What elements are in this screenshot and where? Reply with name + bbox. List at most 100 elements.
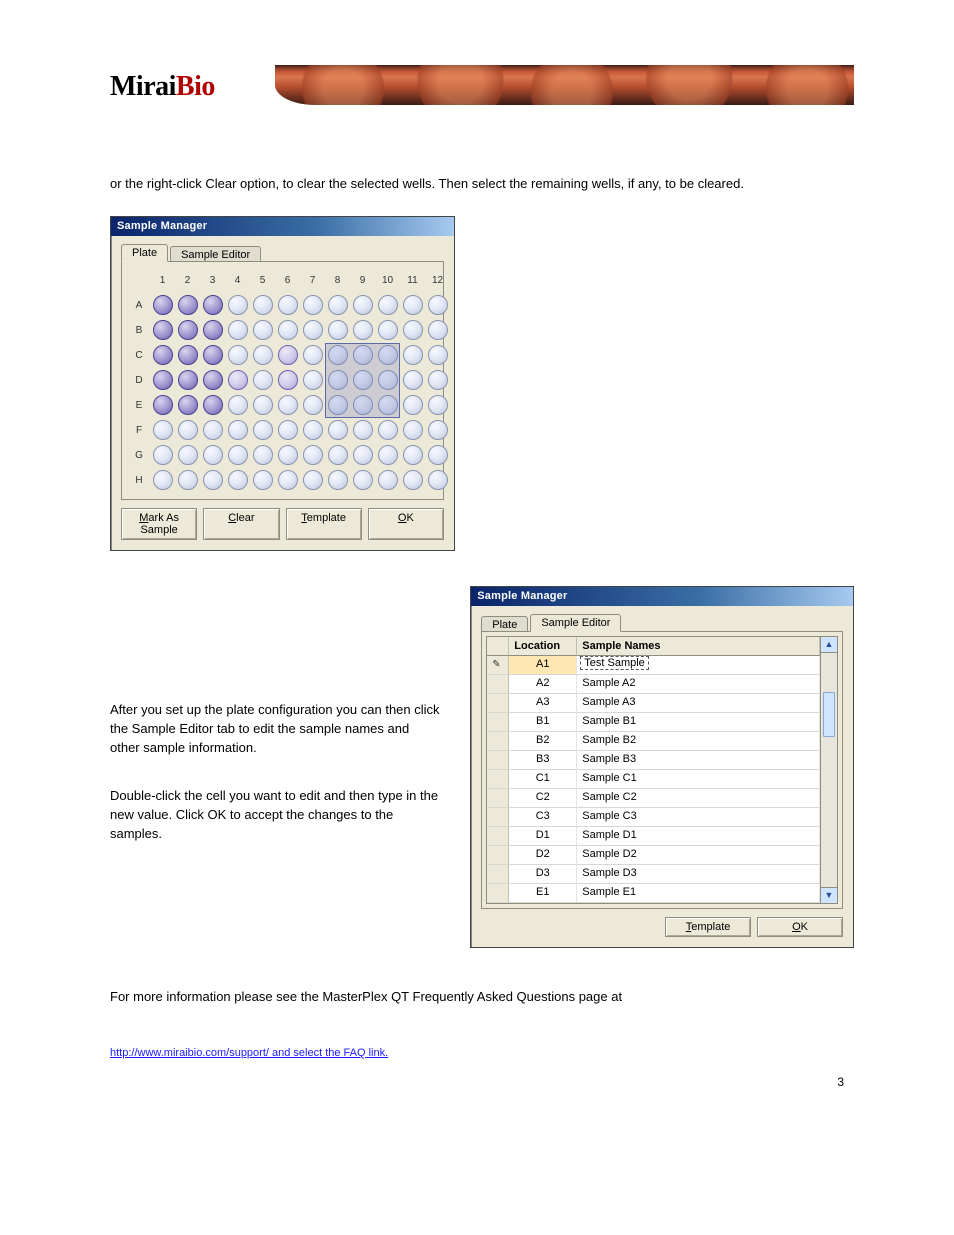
- scroll-up-button[interactable]: ▲: [821, 637, 837, 653]
- well-A4[interactable]: [225, 293, 250, 318]
- cell-location[interactable]: B2: [509, 732, 577, 751]
- well-B2[interactable]: [175, 318, 200, 343]
- plate-grid[interactable]: 123456789101112ABCDEFGH: [128, 268, 437, 493]
- well-A3[interactable]: [200, 293, 225, 318]
- cell-location[interactable]: A2: [509, 675, 577, 694]
- well-C2[interactable]: [175, 343, 200, 368]
- well-G4[interactable]: [225, 443, 250, 468]
- tab-plate[interactable]: Plate: [121, 244, 168, 262]
- well-B3[interactable]: [200, 318, 225, 343]
- cell-location[interactable]: D3: [509, 865, 577, 884]
- well-A11[interactable]: [400, 293, 425, 318]
- table-row[interactable]: C1Sample C1: [487, 770, 820, 789]
- well-B6[interactable]: [275, 318, 300, 343]
- sample-name-input[interactable]: Test Sample: [580, 656, 649, 670]
- well-H3[interactable]: [200, 468, 225, 493]
- well-A7[interactable]: [300, 293, 325, 318]
- well-H4[interactable]: [225, 468, 250, 493]
- table-row[interactable]: C3Sample C3: [487, 808, 820, 827]
- well-C5[interactable]: [250, 343, 275, 368]
- cell-sample-name[interactable]: Sample B2: [577, 732, 820, 751]
- well-G8[interactable]: [325, 443, 350, 468]
- template-button[interactable]: Template: [665, 917, 751, 937]
- cell-sample-name[interactable]: Sample B1: [577, 713, 820, 732]
- well-F10[interactable]: [375, 418, 400, 443]
- table-row[interactable]: B3Sample B3: [487, 751, 820, 770]
- cell-location[interactable]: A3: [509, 694, 577, 713]
- well-E4[interactable]: [225, 393, 250, 418]
- well-D10[interactable]: [375, 368, 400, 393]
- well-H2[interactable]: [175, 468, 200, 493]
- well-G10[interactable]: [375, 443, 400, 468]
- table-row[interactable]: D1Sample D1: [487, 827, 820, 846]
- well-D2[interactable]: [175, 368, 200, 393]
- well-E11[interactable]: [400, 393, 425, 418]
- well-C8[interactable]: [325, 343, 350, 368]
- cell-sample-name[interactable]: Test Sample: [577, 656, 820, 675]
- well-E1[interactable]: [150, 393, 175, 418]
- well-B10[interactable]: [375, 318, 400, 343]
- well-F2[interactable]: [175, 418, 200, 443]
- well-E6[interactable]: [275, 393, 300, 418]
- dialog-titlebar[interactable]: Sample Manager: [471, 587, 853, 606]
- well-C12[interactable]: [425, 343, 450, 368]
- well-G12[interactable]: [425, 443, 450, 468]
- well-D9[interactable]: [350, 368, 375, 393]
- cell-sample-name[interactable]: Sample C1: [577, 770, 820, 789]
- well-D3[interactable]: [200, 368, 225, 393]
- well-C3[interactable]: [200, 343, 225, 368]
- table-row[interactable]: A2Sample A2: [487, 675, 820, 694]
- well-F12[interactable]: [425, 418, 450, 443]
- cell-sample-name[interactable]: Sample C2: [577, 789, 820, 808]
- faq-link[interactable]: http://www.miraibio.com/support/ and sel…: [110, 1047, 854, 1059]
- cell-sample-name[interactable]: Sample A2: [577, 675, 820, 694]
- table-row[interactable]: C2Sample C2: [487, 789, 820, 808]
- well-G5[interactable]: [250, 443, 275, 468]
- template-button[interactable]: Template: [286, 508, 362, 540]
- cell-location[interactable]: C3: [509, 808, 577, 827]
- table-row[interactable]: A3Sample A3: [487, 694, 820, 713]
- well-G7[interactable]: [300, 443, 325, 468]
- well-H12[interactable]: [425, 468, 450, 493]
- well-G1[interactable]: [150, 443, 175, 468]
- well-E7[interactable]: [300, 393, 325, 418]
- well-G6[interactable]: [275, 443, 300, 468]
- well-F6[interactable]: [275, 418, 300, 443]
- well-A10[interactable]: [375, 293, 400, 318]
- well-B1[interactable]: [150, 318, 175, 343]
- well-A12[interactable]: [425, 293, 450, 318]
- well-E12[interactable]: [425, 393, 450, 418]
- well-F1[interactable]: [150, 418, 175, 443]
- well-F11[interactable]: [400, 418, 425, 443]
- well-G11[interactable]: [400, 443, 425, 468]
- well-E9[interactable]: [350, 393, 375, 418]
- well-B8[interactable]: [325, 318, 350, 343]
- table-row[interactable]: E1Sample E1: [487, 884, 820, 903]
- ok-button[interactable]: OK: [368, 508, 444, 540]
- table-row[interactable]: D2Sample D2: [487, 846, 820, 865]
- cell-location[interactable]: B3: [509, 751, 577, 770]
- well-F8[interactable]: [325, 418, 350, 443]
- well-B11[interactable]: [400, 318, 425, 343]
- well-F9[interactable]: [350, 418, 375, 443]
- well-H8[interactable]: [325, 468, 350, 493]
- cell-sample-name[interactable]: Sample E1: [577, 884, 820, 903]
- scroll-thumb[interactable]: [823, 692, 835, 737]
- cell-location[interactable]: D2: [509, 846, 577, 865]
- well-A1[interactable]: [150, 293, 175, 318]
- well-H6[interactable]: [275, 468, 300, 493]
- well-C1[interactable]: [150, 343, 175, 368]
- well-G9[interactable]: [350, 443, 375, 468]
- cell-sample-name[interactable]: Sample D3: [577, 865, 820, 884]
- well-H7[interactable]: [300, 468, 325, 493]
- well-D5[interactable]: [250, 368, 275, 393]
- cell-location[interactable]: B1: [509, 713, 577, 732]
- well-D4[interactable]: [225, 368, 250, 393]
- well-H11[interactable]: [400, 468, 425, 493]
- well-C7[interactable]: [300, 343, 325, 368]
- well-F7[interactable]: [300, 418, 325, 443]
- well-B9[interactable]: [350, 318, 375, 343]
- well-D6[interactable]: [275, 368, 300, 393]
- cell-sample-name[interactable]: Sample C3: [577, 808, 820, 827]
- cell-sample-name[interactable]: Sample B3: [577, 751, 820, 770]
